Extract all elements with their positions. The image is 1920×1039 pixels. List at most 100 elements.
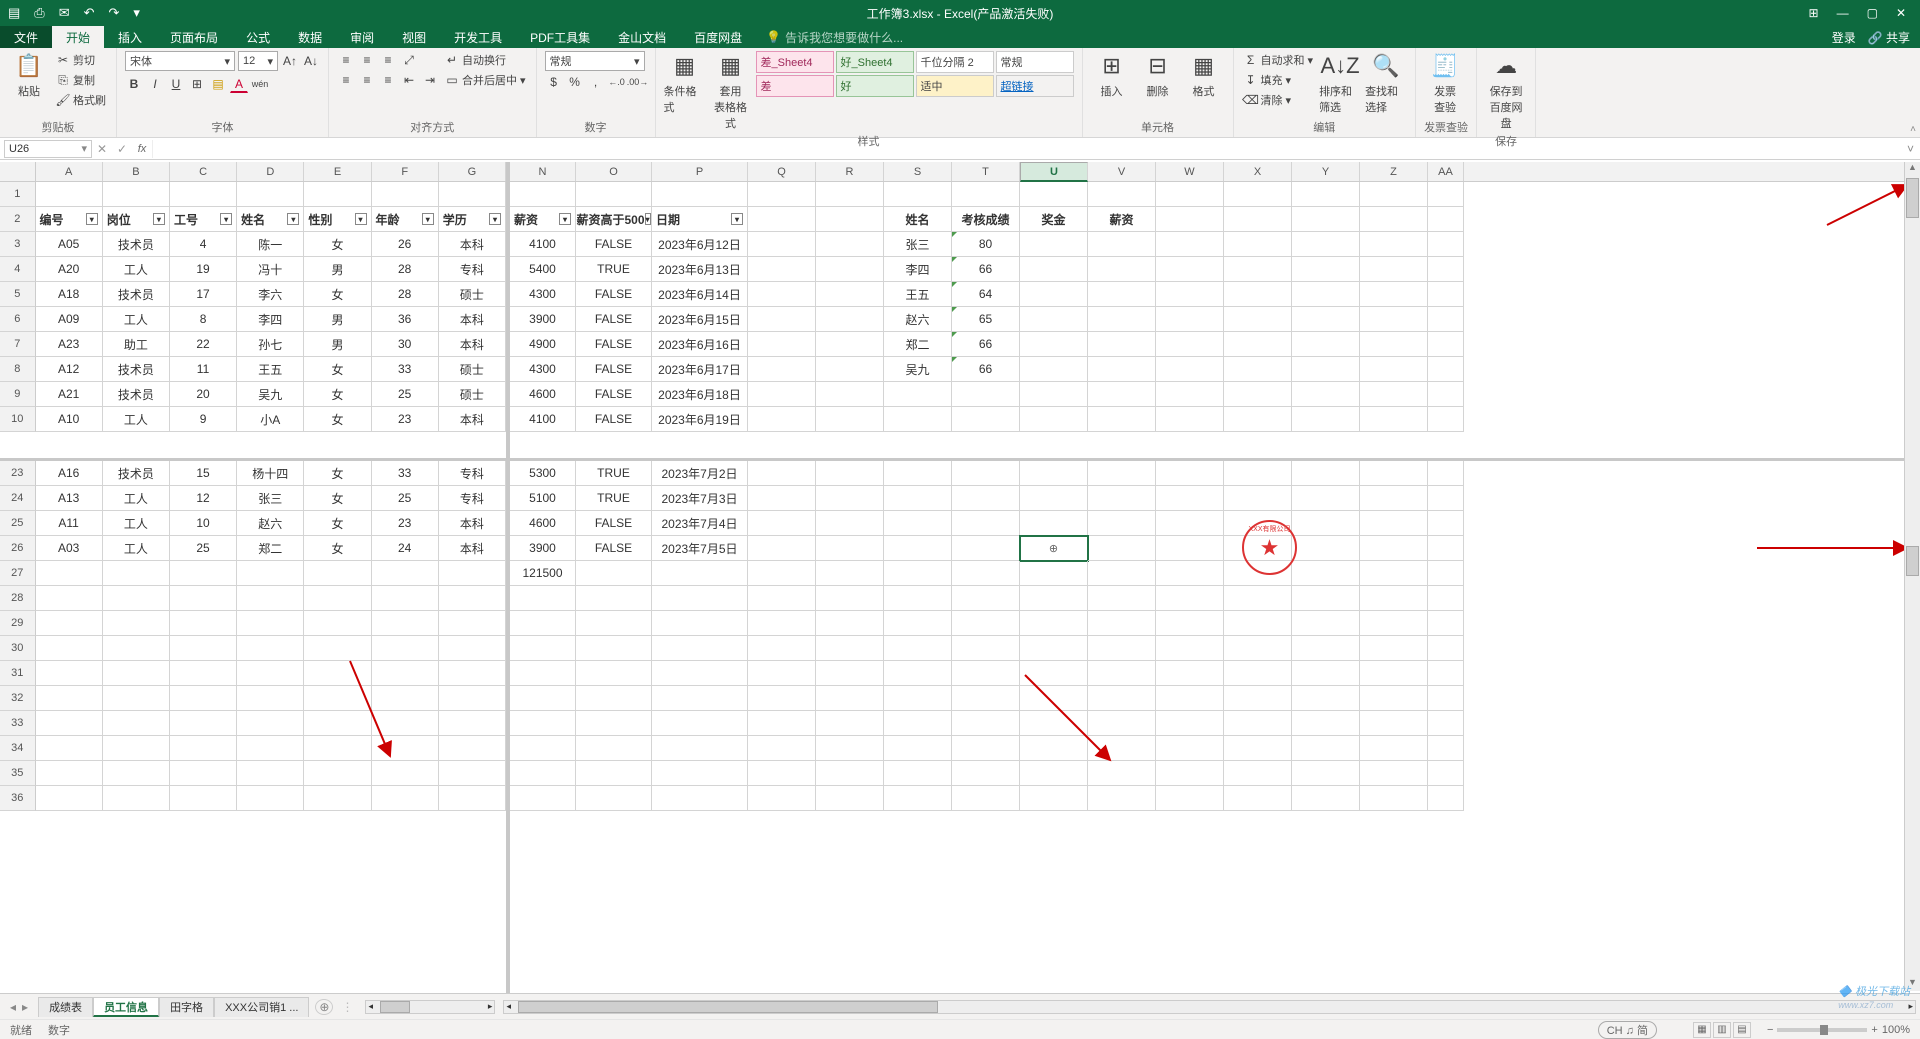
cell-R29[interactable] — [816, 611, 884, 636]
cell-F5[interactable]: 28 — [372, 282, 439, 307]
cell-D32[interactable] — [237, 686, 304, 711]
cell-B6[interactable]: 工人 — [103, 307, 170, 332]
cell-N8[interactable]: 4300 — [510, 357, 576, 382]
horizontal-scrollbar-left[interactable]: ◂▸ — [365, 1000, 495, 1014]
cell-D3[interactable]: 陈一 — [237, 232, 304, 257]
cell-E6[interactable]: 男 — [304, 307, 371, 332]
cell-X4[interactable] — [1224, 257, 1292, 282]
row-header-34[interactable]: 34 — [0, 736, 36, 761]
cell-P8[interactable]: 2023年6月17日 — [652, 357, 748, 382]
col-header-Z[interactable]: Z — [1360, 162, 1428, 181]
tab-review[interactable]: 审阅 — [336, 26, 388, 48]
cell-N4[interactable]: 5400 — [510, 257, 576, 282]
cell-A25[interactable]: A11 — [36, 511, 103, 536]
cell-R5[interactable] — [816, 282, 884, 307]
wrap-text-button[interactable]: ↵自动换行 — [443, 51, 528, 69]
cell-O24[interactable]: TRUE — [576, 486, 652, 511]
cell-Y10[interactable] — [1292, 407, 1360, 432]
tab-baidu-disk[interactable]: 百度网盘 — [680, 26, 756, 48]
cell-AA24[interactable] — [1428, 486, 1464, 511]
cell-B5[interactable]: 技术员 — [103, 282, 170, 307]
cell-Z8[interactable] — [1360, 357, 1428, 382]
qa-undo-icon[interactable]: ↶ — [84, 5, 95, 21]
row-header-25[interactable]: 25 — [0, 511, 36, 536]
cell-D30[interactable] — [237, 636, 304, 661]
cell-P26[interactable]: 2023年7月5日 — [652, 536, 748, 561]
cell-X32[interactable] — [1224, 686, 1292, 711]
cell-E8[interactable]: 女 — [304, 357, 371, 382]
cell-A5[interactable]: A18 — [36, 282, 103, 307]
cell-U4[interactable] — [1020, 257, 1088, 282]
cell-C32[interactable] — [170, 686, 237, 711]
cell-R33[interactable] — [816, 711, 884, 736]
cell-G4[interactable]: 专科 — [439, 257, 506, 282]
cell-F36[interactable] — [372, 786, 439, 811]
qa-menu-icon[interactable]: ▤ — [8, 5, 20, 21]
cell-C27[interactable] — [170, 561, 237, 586]
cell-AA7[interactable] — [1428, 332, 1464, 357]
cell-S36[interactable] — [884, 786, 952, 811]
cell-F8[interactable]: 33 — [372, 357, 439, 382]
style-good[interactable]: 好 — [836, 75, 914, 97]
cell-X31[interactable] — [1224, 661, 1292, 686]
cell-Y2[interactable] — [1292, 207, 1360, 232]
cell-D1[interactable] — [237, 182, 304, 207]
cell-R31[interactable] — [816, 661, 884, 686]
cell-U9[interactable] — [1020, 382, 1088, 407]
cell-V25[interactable] — [1088, 511, 1156, 536]
cell-F29[interactable] — [372, 611, 439, 636]
add-sheet-button[interactable]: ⊕ — [315, 999, 333, 1015]
cell-F26[interactable]: 24 — [372, 536, 439, 561]
share-button[interactable]: 🔗 共享 — [1868, 29, 1910, 46]
cell-AA25[interactable] — [1428, 511, 1464, 536]
cell-Z7[interactable] — [1360, 332, 1428, 357]
pinyin-button[interactable]: wén — [251, 75, 269, 93]
cell-T35[interactable] — [952, 761, 1020, 786]
cell-A31[interactable] — [36, 661, 103, 686]
cell-S30[interactable] — [884, 636, 952, 661]
qa-print-icon[interactable]: ✉ — [59, 5, 70, 21]
cell-C1[interactable] — [170, 182, 237, 207]
row-header-9[interactable]: 9 — [0, 382, 36, 407]
cell-X9[interactable] — [1224, 382, 1292, 407]
cell-W36[interactable] — [1156, 786, 1224, 811]
cell-R35[interactable] — [816, 761, 884, 786]
cell-V30[interactable] — [1088, 636, 1156, 661]
cell-A4[interactable]: A20 — [36, 257, 103, 282]
cell-D25[interactable]: 赵六 — [237, 511, 304, 536]
cell-O34[interactable] — [576, 736, 652, 761]
cell-C28[interactable] — [170, 586, 237, 611]
cell-A33[interactable] — [36, 711, 103, 736]
cell-O10[interactable]: FALSE — [576, 407, 652, 432]
cell-P36[interactable] — [652, 786, 748, 811]
cell-C30[interactable] — [170, 636, 237, 661]
cell-S29[interactable] — [884, 611, 952, 636]
cell-D33[interactable] — [237, 711, 304, 736]
window-maximize-icon[interactable]: ▢ — [1867, 6, 1878, 20]
cell-Z6[interactable] — [1360, 307, 1428, 332]
cell-Z31[interactable] — [1360, 661, 1428, 686]
cell-O30[interactable] — [576, 636, 652, 661]
cell-O28[interactable] — [576, 586, 652, 611]
cell-D31[interactable] — [237, 661, 304, 686]
cell-W4[interactable] — [1156, 257, 1224, 282]
cell-S31[interactable] — [884, 661, 952, 686]
tab-page-layout[interactable]: 页面布局 — [156, 26, 232, 48]
increase-font-button[interactable]: A↑ — [281, 52, 299, 70]
cell-U2[interactable]: 奖金 — [1020, 207, 1088, 232]
cell-W31[interactable] — [1156, 661, 1224, 686]
col-header-O[interactable]: O — [576, 162, 652, 181]
fx-icon[interactable]: fx — [132, 143, 152, 155]
cell-R1[interactable] — [816, 182, 884, 207]
cell-F10[interactable]: 23 — [372, 407, 439, 432]
cell-V10[interactable] — [1088, 407, 1156, 432]
cell-W30[interactable] — [1156, 636, 1224, 661]
cell-O36[interactable] — [576, 786, 652, 811]
cell-S5[interactable]: 王五 — [884, 282, 952, 307]
cell-S6[interactable]: 赵六 — [884, 307, 952, 332]
cell-T6[interactable]: 65 — [952, 307, 1020, 332]
cell-F2[interactable]: 年龄▾ — [372, 207, 439, 232]
style-normal[interactable]: 常规 — [996, 51, 1074, 73]
cell-Z36[interactable] — [1360, 786, 1428, 811]
cell-A26[interactable]: A03 — [36, 536, 103, 561]
